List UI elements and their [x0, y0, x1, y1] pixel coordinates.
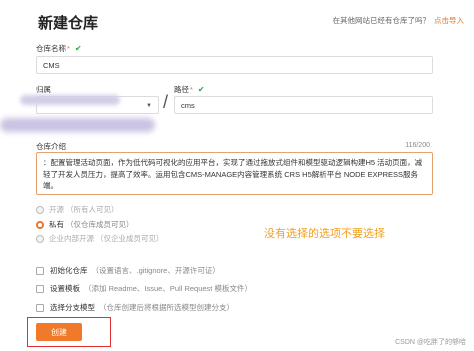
checkbox-label: 选择分支模型 — [50, 303, 95, 312]
checkbox-icon — [36, 303, 44, 312]
char-counter: 116/200 — [405, 142, 430, 149]
import-hint: 在其他网站已经有仓库了吗？ 点击导入 — [333, 15, 465, 26]
radio-checked-icon — [36, 220, 44, 229]
intro-textarea[interactable]: ：配置管理活动页面，作为低代码可视化的应用平台，实现了通过拖放式组件和模型驱动逻… — [36, 152, 433, 195]
template-checkbox[interactable]: 设置模板 （添加 Readme、Issue、Pull Request 模板文件） — [36, 283, 252, 294]
option-hint: （仅企业成员可见） — [96, 234, 164, 243]
path-separator: / — [163, 92, 169, 112]
chevron-down-icon: ▼ — [146, 103, 152, 109]
required-mark: * — [67, 44, 70, 53]
checkbox-hint: （添加 Readme、Issue、Pull Request 模板文件） — [84, 284, 252, 293]
intro-label: 仓库介绍 — [36, 142, 66, 151]
radio-icon — [36, 234, 44, 243]
annotation-text: 没有选择的选项不要选择 — [264, 228, 385, 240]
redaction-blur — [0, 118, 155, 132]
option-hint: （仅仓库成员可见） — [66, 220, 134, 229]
check-icon: ✔ — [74, 44, 82, 53]
checkbox-hint: （设置语言、.gitignore、开源许可证） — [91, 266, 220, 275]
required-mark: * — [190, 85, 193, 94]
option-label: 开源 — [49, 205, 64, 214]
option-hint: （所有人可见） — [66, 205, 119, 214]
branch-model-checkbox[interactable]: 选择分支模型 （仓库创建后将根据所选模型创建分支） — [36, 302, 234, 313]
path-input[interactable]: cms — [174, 96, 433, 114]
visibility-option-public[interactable]: 开源 （所有人可见） — [36, 204, 119, 215]
checkbox-label: 设置模板 — [50, 284, 80, 293]
path-label: 路径* ✔ — [174, 84, 205, 95]
repo-name-label-text: 仓库名称 — [36, 44, 66, 53]
page-title: 新建仓库 — [38, 15, 99, 32]
checkbox-icon — [36, 266, 44, 275]
init-repo-checkbox[interactable]: 初始化仓库 （设置语言、.gitignore、开源许可证） — [36, 265, 220, 276]
checkbox-hint: （仓库创建后将根据所选模型创建分支） — [99, 303, 234, 312]
import-hint-text: 在其他网站已经有仓库了吗？ — [332, 16, 431, 25]
option-label: 私有 — [49, 220, 64, 229]
path-label-text: 路径 — [174, 85, 189, 94]
visibility-option-internal[interactable]: 企业内部开源 （仅企业成员可见） — [36, 233, 164, 244]
import-link[interactable]: 点击导入 — [434, 16, 464, 25]
create-button[interactable]: 创建 — [36, 323, 82, 341]
redaction-blur — [20, 95, 120, 105]
checkbox-label: 初始化仓库 — [50, 266, 88, 275]
check-icon: ✔ — [197, 85, 205, 94]
checkbox-icon — [36, 284, 44, 293]
visibility-option-private[interactable]: 私有 （仅仓库成员可见） — [36, 219, 134, 230]
option-label: 企业内部开源 — [49, 234, 94, 243]
repo-name-label: 仓库名称* ✔ — [36, 43, 82, 54]
watermark: CSDN @吃胖了的够哈 — [395, 339, 466, 346]
repo-name-input[interactable]: CMS — [36, 56, 433, 74]
owner-label: 归属 — [36, 85, 51, 94]
radio-icon — [36, 205, 44, 214]
